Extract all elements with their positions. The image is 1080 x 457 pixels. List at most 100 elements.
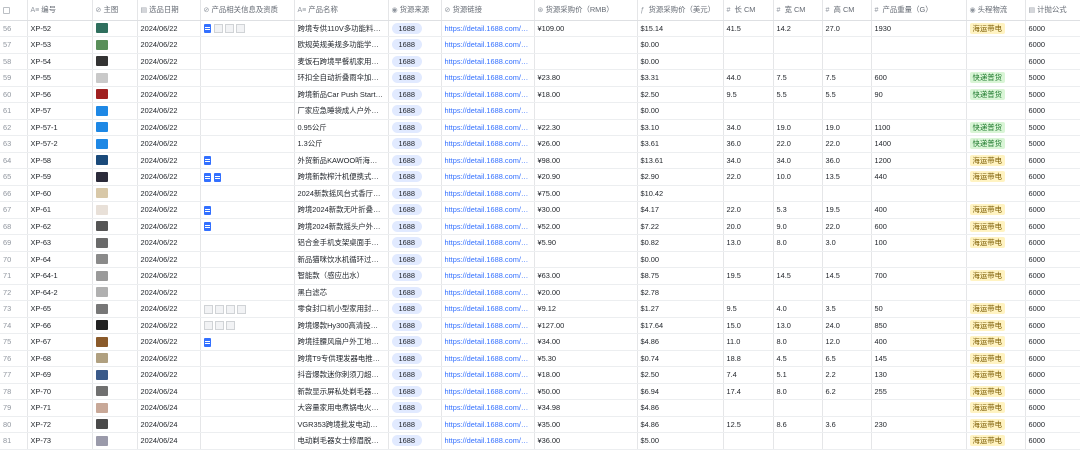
product-name-cell[interactable]: 黑白滤芯 xyxy=(294,284,389,301)
link-cell[interactable]: https://detail.1688.com/… xyxy=(441,416,535,433)
date-cell[interactable]: 2024/06/22 xyxy=(137,102,201,120)
date-cell[interactable]: 2024/06/22 xyxy=(137,366,201,384)
attachments-cell[interactable] xyxy=(200,102,295,120)
document-attachment-icon[interactable] xyxy=(213,172,221,182)
length-cell[interactable]: 9.5 xyxy=(723,86,774,103)
logistics-cell[interactable]: 海运带电 xyxy=(966,300,1026,318)
source-link[interactable]: https://detail.1688.com/… xyxy=(445,222,529,231)
row-number-cell[interactable]: 59 xyxy=(0,69,28,87)
length-cell[interactable]: 17.4 xyxy=(723,383,774,400)
source-cell[interactable]: 1688 xyxy=(388,102,442,120)
logistics-cell[interactable]: 海运带电 xyxy=(966,168,1026,186)
table-row[interactable]: 64 XP-58 2024/06/22 外贸新品KAWOO听海无… 1688 https:… xyxy=(0,152,1080,169)
product-name-cell[interactable]: 铝合金手机支架桌面手… xyxy=(294,234,389,252)
length-cell[interactable]: 34.0 xyxy=(723,119,774,136)
code-cell[interactable]: XP-55 xyxy=(27,69,93,87)
weight-cell[interactable] xyxy=(871,36,967,54)
product-name-cell[interactable]: 欧规英规美规多功能学… xyxy=(294,36,389,54)
date-cell[interactable]: 2024/06/22 xyxy=(137,267,201,285)
product-thumbnail-image[interactable] xyxy=(95,23,108,34)
table-row[interactable]: 59 XP-55 2024/06/22 环扣全自动折叠雨伞加… 1688 https://… xyxy=(0,69,1080,87)
table-row[interactable]: 70 XP-64 2024/06/22 新品猫咪饮水机循环过… 1688 https://… xyxy=(0,251,1080,268)
link-cell[interactable]: https://detail.1688.com/… xyxy=(441,36,535,54)
length-cell[interactable]: 22.0 xyxy=(723,201,774,219)
product-thumbnail-image[interactable] xyxy=(95,336,108,347)
attachments-cell[interactable] xyxy=(200,383,295,400)
source-cell[interactable]: 1688 xyxy=(388,234,442,252)
length-cell[interactable] xyxy=(723,399,774,417)
table-row[interactable]: 71 XP-64-1 2024/06/22 智能款（感应出水） 1688 https://… xyxy=(0,267,1080,285)
product-name-cell[interactable]: 跨境新品Car Push Start … xyxy=(294,86,389,103)
row-number-cell[interactable]: 66 xyxy=(0,185,28,202)
product-name-cell[interactable]: 跨境2024新款摇头户外… xyxy=(294,218,389,235)
source-link[interactable]: https://detail.1688.com/… xyxy=(445,387,529,396)
source-cell[interactable]: 1688 xyxy=(388,333,442,351)
weight-cell[interactable]: 230 xyxy=(871,416,967,433)
main-image-cell[interactable] xyxy=(92,251,138,268)
formula-cell[interactable]: 6000 xyxy=(1025,218,1080,235)
table-row[interactable]: 63 XP-57-2 2024/06/22 1.3公斤 1688 https://deta… xyxy=(0,135,1080,153)
attachments-cell[interactable] xyxy=(200,399,295,417)
source-cell[interactable]: 1688 xyxy=(388,152,442,169)
source-cell[interactable]: 1688 xyxy=(388,69,442,87)
price-rmb-cell[interactable]: ¥23.80 xyxy=(534,69,638,87)
row-number-cell[interactable]: 81 xyxy=(0,432,28,450)
weight-cell[interactable] xyxy=(871,102,967,120)
column-header[interactable]: ⊘ 货源链接 xyxy=(441,0,535,21)
attachments-cell[interactable] xyxy=(200,168,295,186)
table-row[interactable]: 80 XP-72 2024/06/24 VGR353跨境批发电动剃… 1688 https… xyxy=(0,416,1080,433)
link-cell[interactable]: https://detail.1688.com/… xyxy=(441,53,535,70)
price-rmb-cell[interactable]: ¥5.30 xyxy=(534,350,638,367)
code-cell[interactable]: XP-60 xyxy=(27,185,93,202)
row-number-cell[interactable]: 58 xyxy=(0,53,28,70)
length-cell[interactable]: 44.0 xyxy=(723,69,774,87)
link-cell[interactable]: https://detail.1688.com/… xyxy=(441,284,535,301)
row-number-cell[interactable]: 67 xyxy=(0,201,28,219)
source-link[interactable]: https://detail.1688.com/… xyxy=(445,123,529,132)
column-header[interactable]: ▤ 选品日期 xyxy=(137,0,201,21)
product-thumbnail-image[interactable] xyxy=(95,138,108,149)
formula-cell[interactable]: 6000 xyxy=(1025,168,1080,186)
source-link[interactable]: https://detail.1688.com/… xyxy=(445,354,529,363)
row-number-cell[interactable]: 72 xyxy=(0,284,28,301)
width-cell[interactable]: 9.0 xyxy=(773,218,823,235)
formula-cell[interactable]: 6000 xyxy=(1025,102,1080,120)
product-name-cell[interactable]: 麦饭石跨境早餐机家用… xyxy=(294,53,389,70)
image-attachment-thumbnail[interactable] xyxy=(214,321,224,331)
source-link[interactable]: https://detail.1688.com/… xyxy=(445,189,529,198)
width-cell[interactable] xyxy=(773,251,823,268)
width-cell[interactable] xyxy=(773,53,823,70)
product-name-cell[interactable]: 跨境新款榨汁机便携式… xyxy=(294,168,389,186)
code-cell[interactable]: XP-59 xyxy=(27,168,93,186)
image-attachment-thumbnail[interactable] xyxy=(203,321,213,331)
main-image-cell[interactable] xyxy=(92,267,138,285)
product-thumbnail-image[interactable] xyxy=(95,39,108,50)
source-link[interactable]: https://detail.1688.com/… xyxy=(445,205,529,214)
logistics-cell[interactable] xyxy=(966,102,1026,120)
row-number-cell[interactable]: 56 xyxy=(0,20,28,37)
formula-cell[interactable]: 6000 xyxy=(1025,416,1080,433)
price-rmb-cell[interactable]: ¥35.00 xyxy=(534,416,638,433)
height-cell[interactable] xyxy=(822,432,872,450)
logistics-cell[interactable] xyxy=(966,284,1026,301)
formula-cell[interactable]: 6000 xyxy=(1025,267,1080,285)
price-usd-cell[interactable]: $4.17 xyxy=(637,201,724,219)
height-cell[interactable] xyxy=(822,185,872,202)
attachments-cell[interactable] xyxy=(200,218,295,235)
product-name-cell[interactable]: 环扣全自动折叠雨伞加… xyxy=(294,69,389,87)
main-image-cell[interactable] xyxy=(92,350,138,367)
width-cell[interactable]: 14.5 xyxy=(773,267,823,285)
price-usd-cell[interactable]: $0.00 xyxy=(637,53,724,70)
width-cell[interactable]: 10.0 xyxy=(773,168,823,186)
column-header[interactable]: ƒ 货源采购价（美元） xyxy=(637,0,724,21)
column-header[interactable]: A≡ 产品名称 xyxy=(294,0,389,21)
height-cell[interactable]: 5.5 xyxy=(822,86,872,103)
main-image-cell[interactable] xyxy=(92,86,138,103)
width-cell[interactable]: 8.0 xyxy=(773,333,823,351)
logistics-cell[interactable]: 海运带电 xyxy=(966,416,1026,433)
price-usd-cell[interactable]: $4.86 xyxy=(637,399,724,417)
source-link[interactable]: https://detail.1688.com/… xyxy=(445,370,529,379)
link-cell[interactable]: https://detail.1688.com/… xyxy=(441,300,535,318)
code-cell[interactable]: XP-57-1 xyxy=(27,119,93,136)
code-cell[interactable]: XP-67 xyxy=(27,333,93,351)
